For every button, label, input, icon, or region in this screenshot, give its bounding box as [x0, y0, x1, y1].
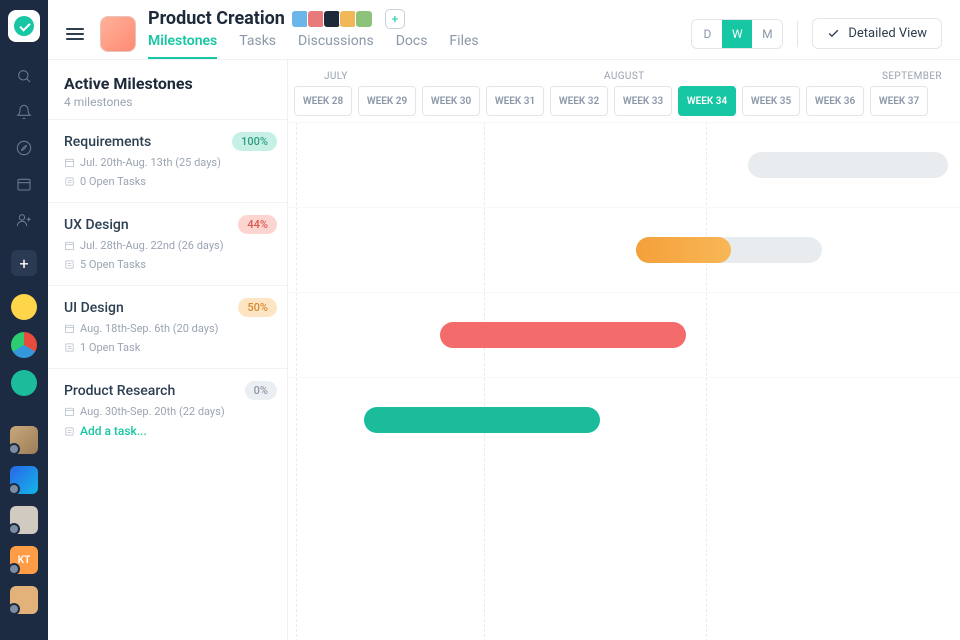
- user-avatar-3[interactable]: [10, 506, 38, 534]
- milestone-name: Product Research: [64, 383, 271, 399]
- gantt-bar-fill[interactable]: [636, 237, 731, 263]
- view-week[interactable]: W: [722, 20, 752, 48]
- week-cell[interactable]: WEEK 30: [422, 86, 480, 116]
- week-cell-active[interactable]: WEEK 34: [678, 86, 736, 116]
- week-cell[interactable]: WEEK 33: [614, 86, 672, 116]
- divider: [797, 21, 798, 47]
- gantt-row: [288, 122, 960, 207]
- app-sidebar: + KT: [0, 0, 48, 640]
- member-stack[interactable]: [293, 10, 373, 28]
- calendar-icon: [64, 406, 75, 417]
- timeline-panel: JULY AUGUST SEPTEMBER WEEK 28 WEEK 29 WE…: [288, 60, 960, 640]
- calendar-icon: [64, 323, 75, 334]
- view-toggle: D W M: [691, 19, 783, 49]
- calendar-icon: [64, 240, 75, 251]
- gantt-row: [288, 207, 960, 292]
- gantt-chart: [288, 122, 960, 640]
- add-button[interactable]: +: [11, 250, 37, 276]
- user-avatar-4[interactable]: KT: [10, 546, 38, 574]
- gantt-bar-fill[interactable]: [364, 407, 600, 433]
- user-avatar-5[interactable]: [10, 586, 38, 614]
- milestone-tasks: 1 Open Task: [80, 341, 140, 354]
- gantt-row: [288, 377, 960, 462]
- calendar-icon: [64, 157, 75, 168]
- milestone-panel: Active Milestones 4 milestones Requireme…: [48, 60, 288, 640]
- panel-subtitle: 4 milestones: [64, 95, 271, 109]
- week-cell[interactable]: WEEK 32: [550, 86, 608, 116]
- milestone-item[interactable]: UI Design Aug. 18th-Sep. 6th (20 days) 1…: [48, 285, 287, 368]
- add-member-button[interactable]: +: [385, 9, 405, 29]
- gantt-bar-fill[interactable]: [440, 322, 686, 348]
- progress-badge: 44%: [238, 215, 277, 234]
- detailed-view-button[interactable]: Detailed View: [812, 18, 942, 49]
- tab-discussions[interactable]: Discussions: [298, 33, 374, 59]
- month-label: SEPTEMBER: [882, 71, 942, 82]
- add-user-icon[interactable]: [8, 204, 40, 236]
- list-icon: [64, 426, 75, 437]
- page-title: Product Creation: [148, 8, 285, 29]
- progress-badge: 50%: [238, 298, 277, 317]
- tab-tasks[interactable]: Tasks: [239, 33, 276, 59]
- month-label: JULY: [324, 71, 348, 82]
- panel-title: Active Milestones: [64, 74, 271, 93]
- milestone-dates: Jul. 28th-Aug. 22nd (26 days): [80, 239, 224, 252]
- project-thumbnail[interactable]: [100, 16, 136, 52]
- list-icon: [64, 342, 75, 353]
- milestone-item[interactable]: Requirements Jul. 20th-Aug. 13th (25 day…: [48, 119, 287, 202]
- progress-badge: 0%: [245, 381, 277, 400]
- header: Product Creation + Milestones Tasks Disc…: [48, 0, 960, 59]
- view-day[interactable]: D: [692, 20, 722, 48]
- week-cell[interactable]: WEEK 36: [806, 86, 864, 116]
- bell-icon[interactable]: [8, 96, 40, 128]
- month-label: AUGUST: [604, 71, 645, 82]
- milestone-dates: Aug. 30th-Sep. 20th (22 days): [80, 405, 225, 418]
- week-cell[interactable]: WEEK 28: [294, 86, 352, 116]
- week-cell[interactable]: WEEK 31: [486, 86, 544, 116]
- week-cell[interactable]: WEEK 37: [870, 86, 928, 116]
- project-dot-1[interactable]: [11, 294, 37, 320]
- list-icon: [64, 259, 75, 270]
- project-dot-3[interactable]: [11, 370, 37, 396]
- app-logo[interactable]: [8, 10, 40, 42]
- tab-docs[interactable]: Docs: [396, 33, 428, 59]
- user-avatar-1[interactable]: [10, 426, 38, 454]
- search-icon[interactable]: [8, 60, 40, 92]
- check-icon: [827, 27, 840, 40]
- week-cell[interactable]: WEEK 29: [358, 86, 416, 116]
- milestone-tasks: 5 Open Tasks: [80, 258, 146, 271]
- tab-files[interactable]: Files: [449, 33, 478, 59]
- detailed-view-label: Detailed View: [848, 26, 927, 41]
- week-row: WEEK 28 WEEK 29 WEEK 30 WEEK 31 WEEK 32 …: [288, 86, 960, 122]
- milestone-item[interactable]: Product Research Aug. 30th-Sep. 20th (22…: [48, 368, 287, 452]
- menu-icon[interactable]: [62, 24, 88, 44]
- compass-icon[interactable]: [8, 132, 40, 164]
- month-row: JULY AUGUST SEPTEMBER: [288, 60, 960, 86]
- list-icon: [64, 176, 75, 187]
- add-task-link[interactable]: Add a task...: [80, 424, 147, 438]
- progress-badge: 100%: [232, 132, 277, 151]
- project-dot-2[interactable]: [11, 332, 37, 358]
- milestone-dates: Jul. 20th-Aug. 13th (25 days): [80, 156, 221, 169]
- gantt-row: [288, 292, 960, 377]
- week-cell[interactable]: WEEK 35: [742, 86, 800, 116]
- calendar-icon[interactable]: [8, 168, 40, 200]
- view-month[interactable]: M: [752, 20, 782, 48]
- milestone-dates: Aug. 18th-Sep. 6th (20 days): [80, 322, 218, 335]
- milestone-tasks: 0 Open Tasks: [80, 175, 146, 188]
- tab-milestones[interactable]: Milestones: [148, 33, 217, 59]
- milestone-item[interactable]: UX Design Jul. 28th-Aug. 22nd (26 days) …: [48, 202, 287, 285]
- user-avatar-2[interactable]: [10, 466, 38, 494]
- tabs: Milestones Tasks Discussions Docs Files: [148, 33, 479, 59]
- gantt-bar-bg[interactable]: [748, 152, 948, 178]
